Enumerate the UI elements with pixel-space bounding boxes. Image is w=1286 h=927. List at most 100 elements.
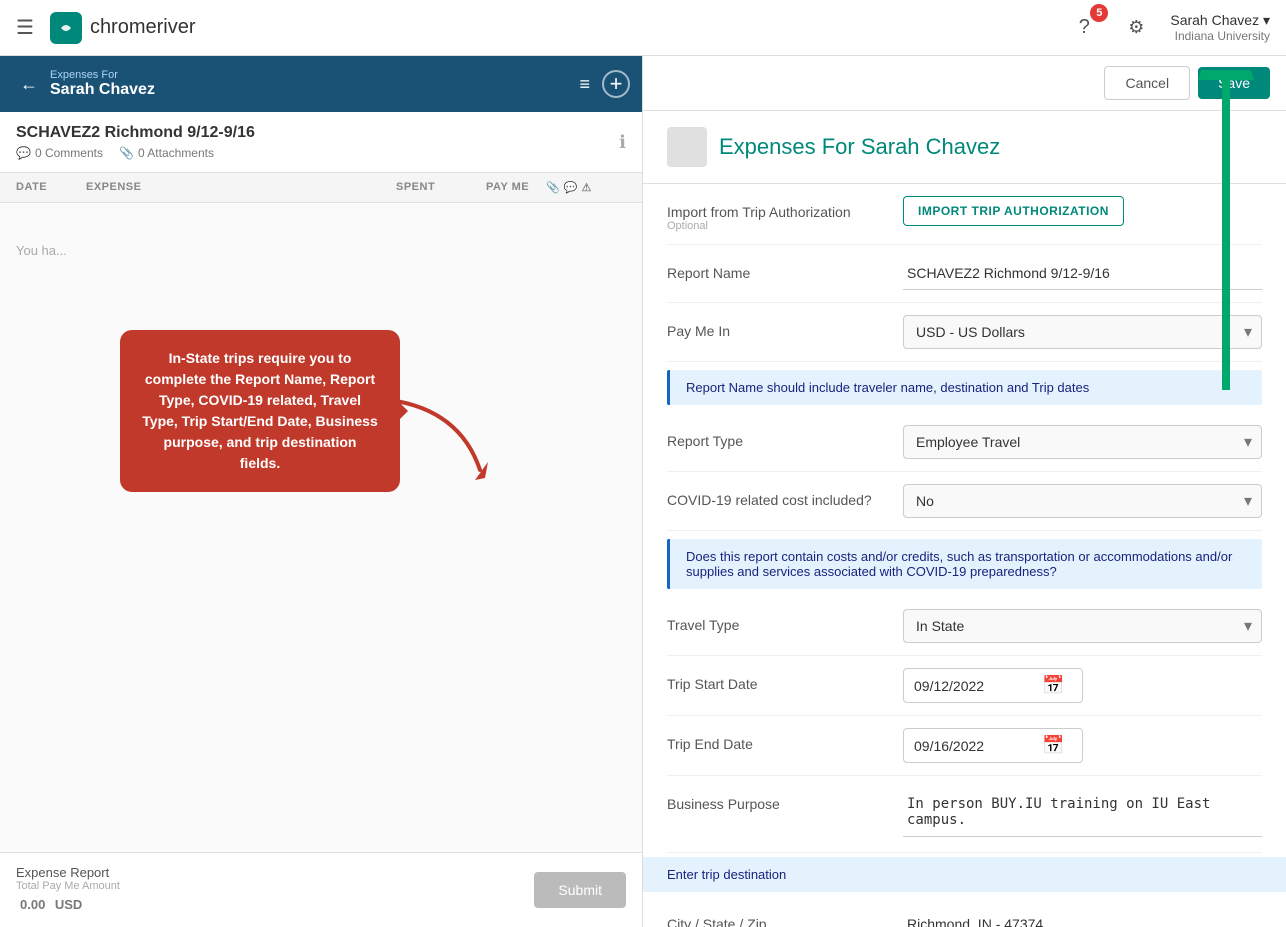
travel-type-control: In State ▾ [903,609,1262,643]
travel-type-select-wrap: In State ▾ [903,609,1262,643]
covid-label: COVID-19 related cost included? [667,484,887,508]
form-section: Import from Trip Authorization Optional … [643,184,1286,362]
covid-info-banner: Does this report contain costs and/or cr… [667,539,1262,589]
comments-count: 0 Comments [35,146,103,160]
city-state-zip-row: City / State / Zip [667,896,1262,927]
right-top-bar: Cancel Save [643,56,1286,111]
business-purpose-label: Business Purpose [667,788,887,812]
footer-report-label: Expense Report [16,865,120,880]
col-payme-header: PAY ME [486,181,546,194]
city-state-zip-input[interactable] [903,908,1262,927]
left-title-wrap: Expenses For Sarah Chavez [50,69,567,99]
subheader-actions: ≡ + [575,70,630,99]
comments-meta: 💬 0 Comments [16,146,103,160]
org-label: Indiana University [1175,29,1270,43]
attachments-meta: 📎 0 Attachments [119,146,214,160]
trip-start-date-input[interactable] [914,678,1034,694]
covid-control: No ▾ [903,484,1262,518]
form-section-3: Travel Type In State ▾ Trip St [643,597,1286,853]
notification-badge: 5 [1090,4,1108,22]
filter-icon[interactable]: ≡ [575,70,594,99]
add-expense-icon[interactable]: + [602,70,630,98]
trip-start-calendar-icon[interactable]: 📅 [1042,675,1064,696]
form-section-2: Report Type Employee Travel ▾ [643,413,1286,531]
report-name-label: Report Name [667,257,887,281]
covid-select[interactable]: No [903,484,1262,518]
footer-total-label: Total Pay Me Amount [16,880,120,892]
trip-end-date-input[interactable] [914,738,1034,754]
left-subheader: ← Expenses For Sarah Chavez ≡ + [0,56,642,112]
expenses-for-label: Expenses For [50,69,567,81]
settings-icon[interactable]: ⚙ [1118,10,1154,46]
report-name-row: Report Name [667,245,1262,303]
hamburger-menu[interactable]: ☰ [16,15,34,40]
back-button[interactable]: ← [16,70,42,99]
travel-type-select[interactable]: In State [903,609,1262,643]
report-type-select[interactable]: Employee Travel [903,425,1262,459]
app-logo: chromeriver [50,12,196,44]
report-type-select-wrap: Employee Travel ▾ [903,425,1262,459]
app-name: chromeriver [90,16,196,39]
table-header: DATE EXPENSE SPENT PAY ME 📎 💬 ⚠ [0,173,642,203]
city-state-zip-control [903,908,1262,927]
right-form-content: Expenses For Sarah Chavez Import from Tr… [643,111,1286,927]
pay-me-label: Pay Me In [667,315,887,339]
report-type-control: Employee Travel ▾ [903,425,1262,459]
report-title: SCHAVEZ2 Richmond 9/12-9/16 [16,124,255,142]
expenses-for-name: Sarah Chavez [50,81,567,99]
import-trip-auth-button[interactable]: IMPORT TRIP AUTHORIZATION [903,196,1124,226]
report-info-icon[interactable]: ℹ [619,132,626,153]
comments-icon: 💬 [16,146,31,160]
attachments-count: 0 Attachments [138,146,214,160]
left-footer: Expense Report Total Pay Me Amount 0.00 … [0,852,642,927]
trip-start-label: Trip Start Date [667,668,887,692]
logo-icon [50,12,82,44]
travel-type-label: Travel Type [667,609,887,633]
form-header-icon [667,127,707,167]
covid-row: COVID-19 related cost included? No ▾ [667,472,1262,531]
trip-destination-banner: Enter trip destination [643,857,1286,892]
trip-end-control: 📅 [903,728,1262,763]
business-purpose-input[interactable] [903,788,1262,837]
submit-button[interactable]: Submit [534,872,626,908]
attachment-icon: 📎 [119,146,134,160]
right-panel: Cancel Save Expenses For Sarah Chavez Im… [643,56,1286,927]
tooltip-bubble: In-State trips require you to complete t… [120,330,400,492]
trip-end-calendar-icon[interactable]: 📅 [1042,735,1064,756]
tooltip-overlay: In-State trips require you to complete t… [120,330,400,492]
business-purpose-row: Business Purpose [667,776,1262,853]
trip-start-control: 📅 [903,668,1262,703]
green-arrow [1196,70,1256,393]
report-type-label: Report Type [667,425,887,449]
form-header-title: Expenses For Sarah Chavez [719,134,1000,160]
report-name-info-banner: Report Name should include traveler name… [667,370,1262,405]
empty-state-message: You ha... [0,203,642,298]
tooltip-arrow [380,390,500,510]
top-navigation: ☰ chromeriver ? 5 ⚙ Sarah Chavez ▾ India… [0,0,1286,56]
username-label: Sarah Chavez ▾ [1170,12,1270,29]
notifications-bell[interactable]: ? 5 [1066,10,1102,46]
travel-type-row: Travel Type In State ▾ [667,597,1262,656]
import-label: Import from Trip Authorization Optional [667,196,887,232]
col-expense-header: EXPENSE [86,181,396,194]
covid-select-wrap: No ▾ [903,484,1262,518]
form-section-4: City / State / Zip Does trip include per… [643,896,1286,927]
business-purpose-control [903,788,1262,840]
col-date-header: DATE [16,181,86,194]
footer-total-amount: 0.00 USD [16,892,120,915]
import-row: Import from Trip Authorization Optional … [667,184,1262,245]
col-spent-header: SPENT [396,181,486,194]
city-state-zip-label: City / State / Zip [667,908,887,927]
user-menu[interactable]: Sarah Chavez ▾ Indiana University [1170,12,1270,43]
trip-end-row: Trip End Date 📅 [667,716,1262,776]
trip-start-row: Trip Start Date 📅 [667,656,1262,716]
col-icons-header: 📎 💬 ⚠ [546,181,626,194]
expense-list: You ha... [0,203,642,852]
report-header: SCHAVEZ2 Richmond 9/12-9/16 💬 0 Comments… [0,112,642,173]
report-meta: 💬 0 Comments 📎 0 Attachments [16,146,255,160]
report-type-row: Report Type Employee Travel ▾ [667,413,1262,472]
trip-end-label: Trip End Date [667,728,887,752]
cancel-button[interactable]: Cancel [1104,66,1190,100]
pay-me-row: Pay Me In USD - US Dollars ▾ [667,303,1262,362]
trip-start-date-wrap: 📅 [903,668,1083,703]
